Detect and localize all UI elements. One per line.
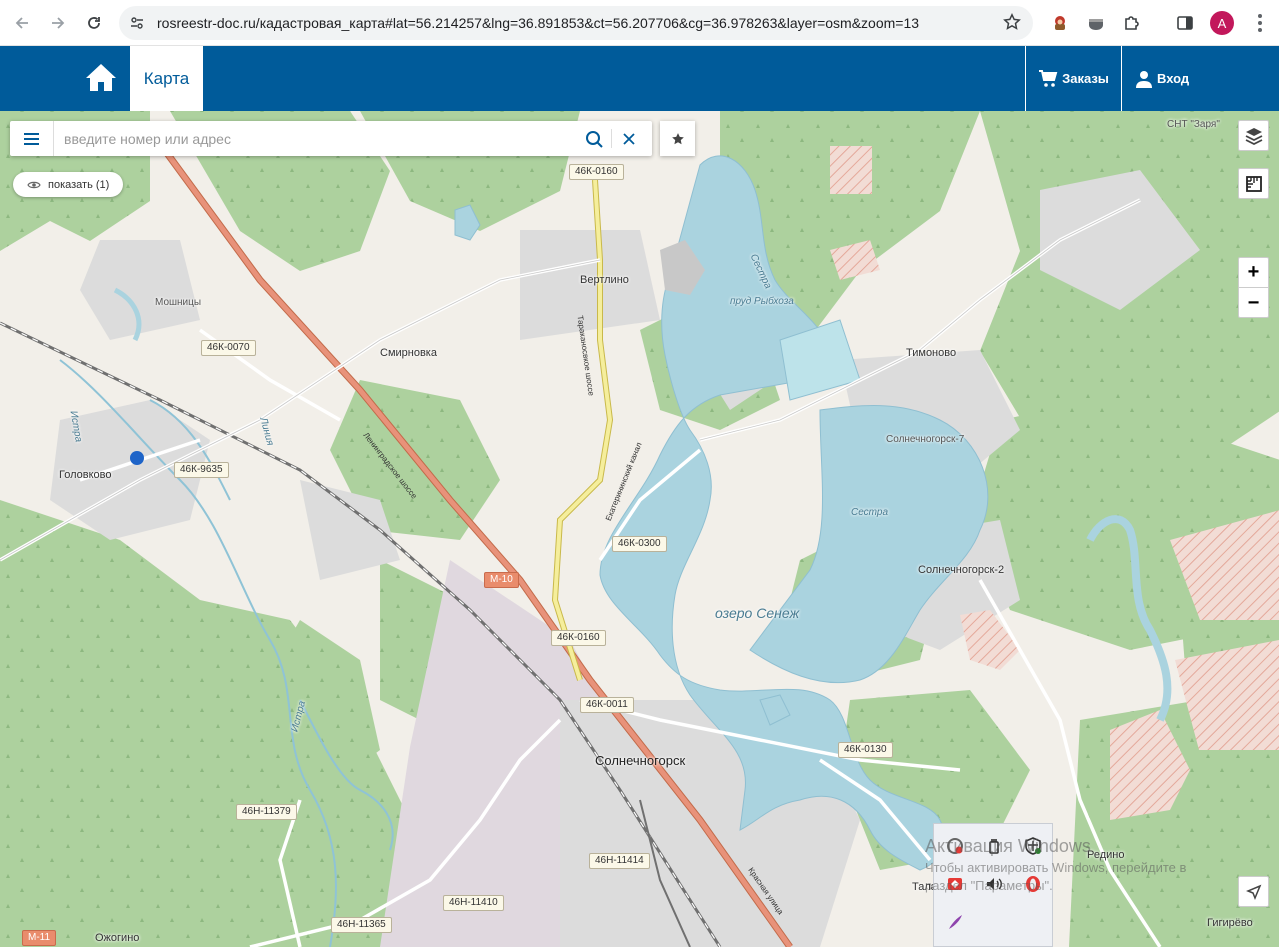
- home-icon: [86, 64, 116, 91]
- road-shield: 46К-0070: [201, 340, 256, 356]
- browser-toolbar: rosreestr-doc.ru/кадастровая_карта#lat=5…: [0, 0, 1279, 46]
- search-bar: [10, 121, 652, 156]
- url-text: rosreestr-doc.ru/кадастровая_карта#lat=5…: [157, 15, 920, 31]
- road-shield: 46К-0160: [569, 164, 624, 180]
- extension-gnome-icon[interactable]: [1047, 10, 1073, 36]
- home-button[interactable]: [82, 59, 120, 97]
- label-ozhogino: Ожогино: [95, 932, 140, 944]
- reload-icon: [88, 17, 100, 29]
- activation-watermark-line3: раздел "Параметры".: [925, 878, 1053, 893]
- locate-button[interactable]: [1238, 876, 1269, 907]
- extension-ghost-icon[interactable]: [1083, 10, 1109, 36]
- side-panel-icon[interactable]: [1172, 10, 1198, 36]
- road-shield: М-11: [22, 930, 57, 946]
- label-snt-zarya: СНТ "Заря": [1167, 119, 1220, 130]
- layers-icon: [1245, 127, 1262, 145]
- clear-icon[interactable]: [617, 127, 641, 151]
- label-ozero-senezh: озеро Сенеж: [715, 605, 800, 621]
- orders-button[interactable]: Заказы: [1025, 46, 1121, 111]
- zoom-control: + −: [1238, 257, 1269, 318]
- map-tiles: [0, 111, 1279, 947]
- star-icon: [671, 132, 684, 144]
- favorites-button[interactable]: [660, 121, 695, 156]
- search-icon[interactable]: [582, 127, 606, 151]
- label-solnechnogorsk2: Солнечногорск-2: [918, 564, 1005, 576]
- road-shield: 46К-0300: [612, 536, 667, 552]
- site-header: Карта Заказы Вход: [0, 46, 1279, 111]
- road-shield: М-10: [484, 572, 519, 588]
- forward-button[interactable]: [43, 8, 73, 38]
- ruler-icon: [1245, 175, 1262, 192]
- zoom-in-button[interactable]: +: [1239, 258, 1268, 288]
- label-gigirevo: Гигирёво: [1207, 917, 1253, 929]
- orders-label: Заказы: [1062, 71, 1109, 86]
- profile-avatar[interactable]: A: [1210, 11, 1234, 35]
- site-info-icon[interactable]: [127, 13, 147, 33]
- search-input[interactable]: [64, 129, 564, 149]
- zoom-out-button[interactable]: −: [1239, 288, 1268, 318]
- road-shield: 46Н-11365: [331, 917, 392, 933]
- eye-icon: [27, 181, 41, 188]
- activation-watermark-line2: Чтобы активировать Windows, перейдите в: [925, 860, 1187, 875]
- label-vertlino: Вертлино: [580, 274, 629, 286]
- login-label: Вход: [1157, 71, 1190, 86]
- road-shield: 46Н-11379: [236, 804, 297, 820]
- location-marker: [130, 451, 144, 465]
- road-shield: 46К-9635: [174, 462, 229, 478]
- label-smirnovka: Смирновка: [380, 347, 437, 359]
- map-canvas[interactable]: СНТ "Заря" Вертлино пруд Рыбхоза Сестра …: [0, 111, 1279, 947]
- menu-button[interactable]: [10, 121, 54, 156]
- address-bar[interactable]: rosreestr-doc.ru/кадастровая_карта#lat=5…: [119, 6, 1033, 40]
- show-hidden-button[interactable]: показать (1): [13, 172, 124, 197]
- road-shield: 46Н-11410: [443, 895, 504, 911]
- ruler-button[interactable]: [1238, 168, 1269, 199]
- bookmark-star-icon[interactable]: [1003, 13, 1021, 36]
- navigation-arrow-icon: [1245, 884, 1261, 900]
- layers-button[interactable]: [1238, 120, 1269, 151]
- reload-button[interactable]: [79, 8, 109, 38]
- activation-watermark-title: Активация Windows: [925, 836, 1091, 856]
- divider: [611, 129, 612, 148]
- label-moshnitsy: Мошницы: [155, 297, 202, 308]
- road-shield: 46К-0130: [838, 742, 893, 758]
- tab-map[interactable]: Карта: [130, 46, 203, 111]
- label-golovkovo: Головково: [59, 469, 112, 481]
- show-label: показать (1): [48, 178, 110, 191]
- label-solnechnogorsk7: Солнечногорск-7: [886, 434, 965, 445]
- feather-icon[interactable]: [943, 910, 967, 934]
- label-solnechnogorsk: Солнечногорск: [595, 753, 686, 768]
- login-button[interactable]: Вход: [1121, 46, 1279, 111]
- road-shield: 46К-0160: [551, 630, 606, 646]
- road-shield: 46Н-11414: [589, 853, 650, 869]
- road-shield: 46К-0011: [580, 697, 634, 713]
- browser-menu-icon[interactable]: [1248, 10, 1272, 36]
- label-sestra-lake: Сестра: [851, 507, 889, 518]
- arrow-left-icon: [15, 17, 28, 29]
- label-timonovo: Тимоново: [906, 347, 957, 359]
- cart-icon: [1039, 69, 1058, 87]
- arrow-right-icon: [52, 17, 65, 29]
- label-prud-rybhoza: пруд Рыбхоза: [730, 296, 794, 307]
- back-button[interactable]: [7, 8, 37, 38]
- user-icon: [1136, 70, 1152, 88]
- extensions-puzzle-icon[interactable]: [1119, 10, 1145, 36]
